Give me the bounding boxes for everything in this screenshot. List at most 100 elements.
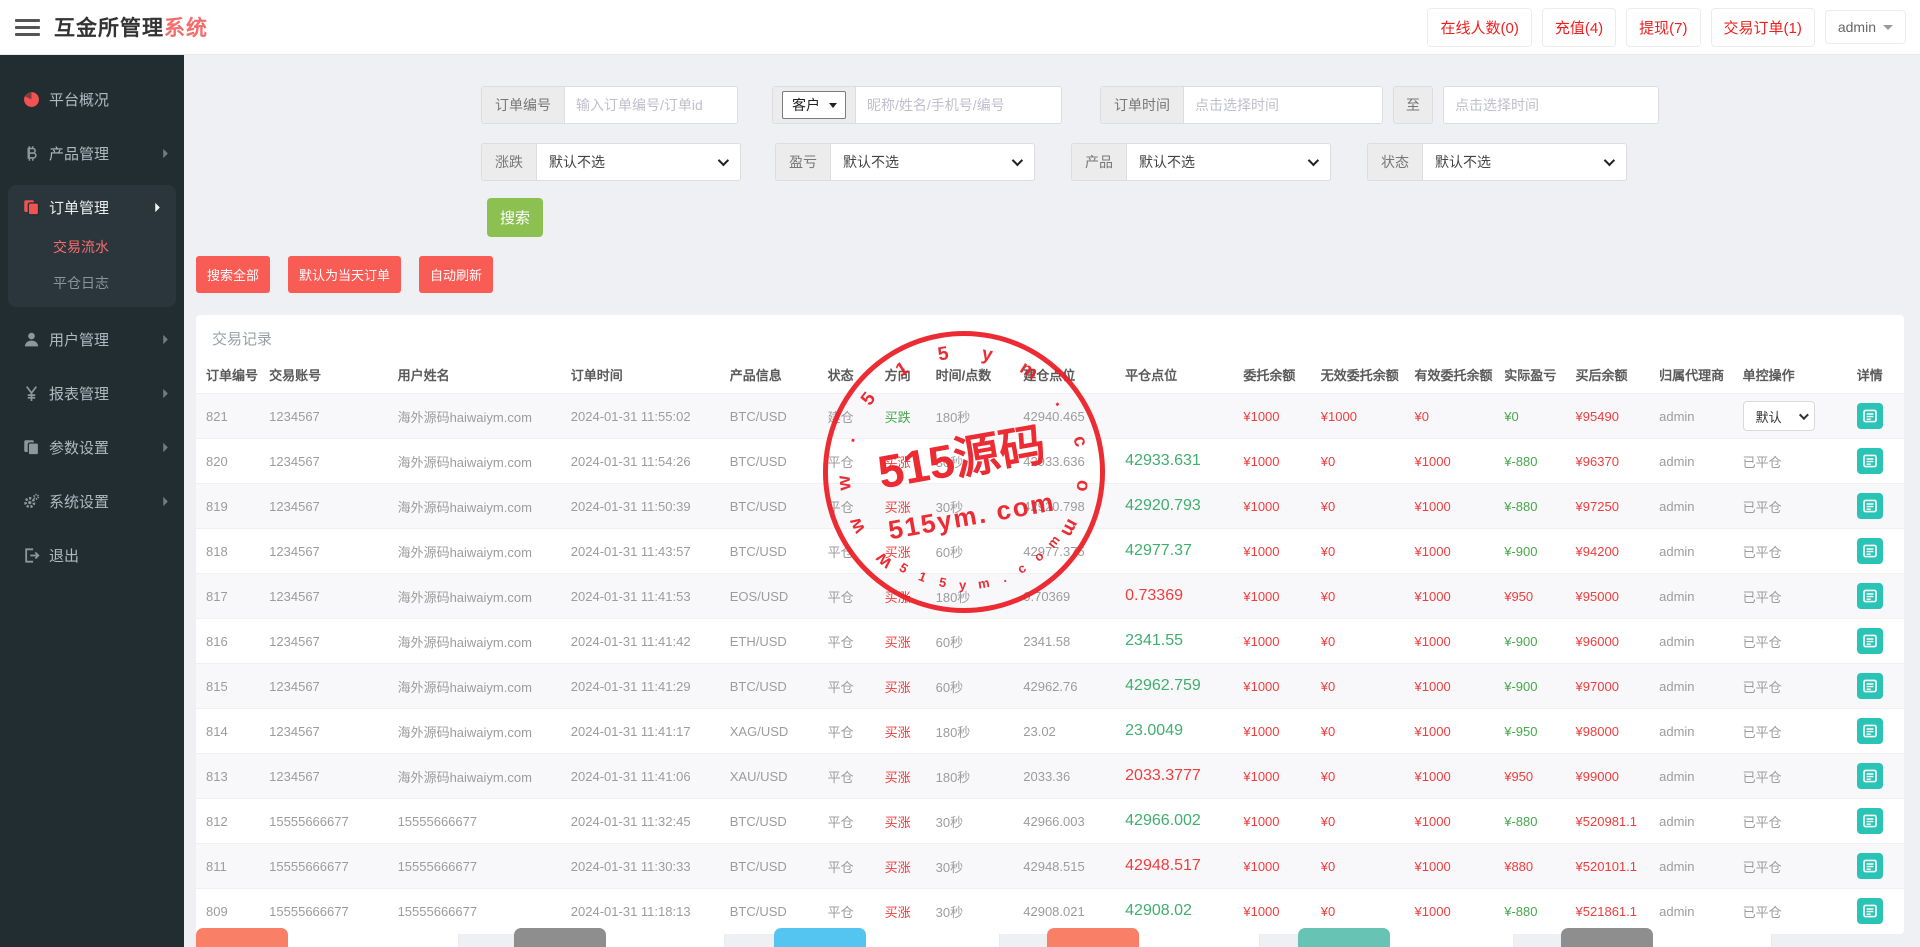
user-menu-button[interactable]: admin (1825, 10, 1906, 44)
sidebar-item-系统设置[interactable]: 系统设置 (0, 479, 184, 523)
row-detail-button[interactable] (1857, 583, 1883, 609)
sidebar-subitem-平仓日志[interactable]: 平仓日志 (8, 265, 176, 301)
topbar-badge-3[interactable]: 交易订单(1) (1711, 8, 1815, 47)
quick-button-0[interactable]: 搜索全部 (196, 256, 270, 293)
yen-icon (22, 384, 40, 402)
table-row-816: 8161234567海外源码haiwaiym.com2024-01-31 11:… (196, 619, 1904, 664)
cell-valid: ¥1000 (1405, 664, 1495, 709)
row-detail-button[interactable] (1857, 718, 1883, 744)
sidebar-item-label: 退出 (49, 545, 79, 566)
cell-account: 1234567 (259, 619, 387, 664)
row-detail-button[interactable] (1857, 628, 1883, 654)
order-no-input[interactable] (565, 87, 737, 123)
quick-button-1[interactable]: 默认为当天订单 (288, 256, 401, 293)
cell-valid: ¥0 (1405, 394, 1495, 439)
cell-account: 1234567 (259, 754, 387, 799)
filter-select-涨跌[interactable]: 涨跌默认不选 (481, 143, 741, 181)
cell-name: 海外源码haiwaiym.com (388, 439, 561, 484)
cell-valid: ¥1000 (1405, 844, 1495, 889)
cell-entrust: ¥1000 (1233, 664, 1310, 709)
cell-name: 15555666677 (388, 799, 561, 844)
table-title: 交易记录 (196, 315, 1904, 356)
sidebar-item-用户管理[interactable]: 用户管理 (0, 317, 184, 361)
sidebar-subitem-交易流水[interactable]: 交易流水 (8, 229, 176, 265)
cell-invalid: ¥0 (1311, 529, 1405, 574)
cell-entrust: ¥1000 (1233, 529, 1310, 574)
order-no-filter: 订单编号 (481, 86, 738, 124)
filter-select-盈亏[interactable]: 盈亏默认不选 (775, 143, 1035, 181)
quick-buttons-row: 搜索全部默认为当天订单自动刷新 (196, 256, 1920, 293)
col-header-方向: 方向 (875, 356, 926, 394)
cell-id: 821 (196, 394, 259, 439)
cell-duration: 60秒 (926, 664, 1014, 709)
sidebar-item-平台概况[interactable]: 平台概况 (0, 77, 184, 121)
chevron-right-icon (162, 388, 170, 399)
row-detail-button[interactable] (1857, 538, 1883, 564)
row-detail-button[interactable] (1857, 898, 1883, 924)
row-control-select[interactable]: 默认 (1743, 401, 1815, 431)
cell-id: 812 (196, 799, 259, 844)
quick-button-2[interactable]: 自动刷新 (419, 256, 493, 293)
col-header-时间/点数: 时间/点数 (926, 356, 1014, 394)
cell-account: 1234567 (259, 439, 387, 484)
stat-card-手续费: 手续费¥0 (1561, 928, 1771, 947)
cell-time: 2024-01-31 11:18:13 (561, 889, 720, 934)
row-detail-button[interactable] (1857, 763, 1883, 789)
chevron-down-icon (1604, 155, 1615, 166)
bitcoin-icon (22, 144, 40, 162)
topbar-badge-2[interactable]: 提现(7) (1626, 8, 1700, 47)
cell-control: 已平仓 (1733, 439, 1847, 484)
row-detail-button[interactable] (1857, 673, 1883, 699)
sidebar-item-报表管理[interactable]: 报表管理 (0, 371, 184, 415)
cell-duration: 30秒 (926, 484, 1014, 529)
cell-duration: 30秒 (926, 844, 1014, 889)
topbar-badge-1[interactable]: 充值(4) (1542, 8, 1616, 47)
cell-entrust: ¥1000 (1233, 619, 1310, 664)
cell-time: 2024-01-31 11:41:42 (561, 619, 720, 664)
cell-name: 15555666677 (388, 889, 561, 934)
cell-agent: admin (1649, 664, 1733, 709)
cell-control: 已平仓 (1733, 799, 1847, 844)
client-keyword-input[interactable] (856, 87, 1061, 123)
trade-records-card: 交易记录 订单编号交易账号用户姓名订单时间产品信息状态方向时间/点数建仓点位平仓… (196, 315, 1904, 934)
cell-id: 815 (196, 664, 259, 709)
cell-control: 已平仓 (1733, 574, 1847, 619)
client-type-select[interactable]: 客户 (782, 91, 846, 119)
col-header-买后余额: 买后余额 (1566, 356, 1650, 394)
sidebar-item-产品管理[interactable]: 产品管理 (0, 131, 184, 175)
time-to-input[interactable] (1444, 87, 1658, 123)
sidebar-item-参数设置[interactable]: 参数设置 (0, 425, 184, 469)
sidebar-item-订单管理[interactable]: 订单管理 (8, 185, 176, 229)
cell-id: 811 (196, 844, 259, 889)
search-button[interactable]: 搜索 (487, 198, 543, 237)
topbar-badge-0[interactable]: 在线人数(0) (1427, 8, 1531, 47)
chevron-right-icon (154, 202, 162, 213)
cell-entrust: ¥1000 (1233, 844, 1310, 889)
row-detail-button[interactable] (1857, 493, 1883, 519)
cell-close: 42908.02 (1115, 889, 1233, 934)
cell-id: 820 (196, 439, 259, 484)
time-from-input[interactable] (1184, 87, 1382, 123)
cell-status: 建仓 (818, 394, 875, 439)
row-detail-button[interactable] (1857, 403, 1883, 429)
dashboard-icon (22, 90, 40, 108)
cell-invalid: ¥1000 (1311, 394, 1405, 439)
filter-select-产品[interactable]: 产品默认不选 (1071, 143, 1331, 181)
cell-time: 2024-01-31 11:54:26 (561, 439, 720, 484)
sidebar-item-退出[interactable]: 退出 (0, 533, 184, 577)
cell-profit: ¥-950 (1494, 709, 1565, 754)
filter-select-状态[interactable]: 状态默认不选 (1367, 143, 1627, 181)
row-detail-button[interactable] (1857, 448, 1883, 474)
hamburger-menu-icon[interactable] (0, 0, 54, 55)
cell-direction: 买涨 (875, 889, 926, 934)
row-detail-button[interactable] (1857, 853, 1883, 879)
cell-open: 42977.375 (1013, 529, 1115, 574)
stat-chip: 实际盈亏 (196, 928, 288, 947)
col-header-有效委托余额: 有效委托余额 (1405, 356, 1495, 394)
cell-name: 15555666677 (388, 844, 561, 889)
cell-time: 2024-01-31 11:41:29 (561, 664, 720, 709)
cell-agent: admin (1649, 799, 1733, 844)
row-detail-button[interactable] (1857, 808, 1883, 834)
stat-chip: 盈利金额 (1298, 928, 1390, 947)
cell-valid: ¥1000 (1405, 799, 1495, 844)
